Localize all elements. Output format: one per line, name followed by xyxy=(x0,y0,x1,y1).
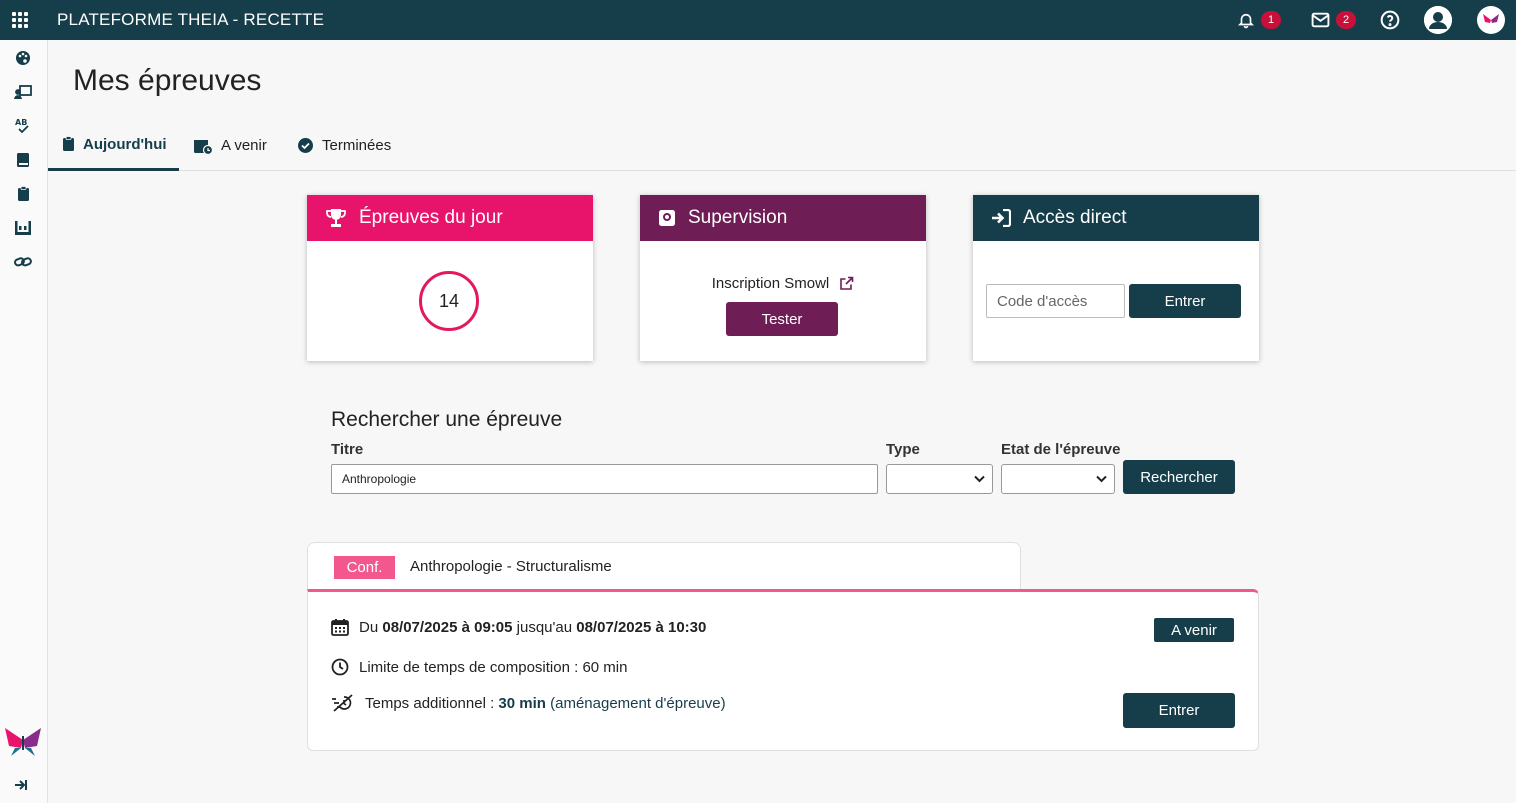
sidebar-item-presentation[interactable] xyxy=(13,82,33,102)
exam-extra-time-value: 30 min xyxy=(498,694,546,712)
bell-icon xyxy=(1238,13,1254,29)
chevron-down-icon xyxy=(1096,475,1107,483)
messages-badge: 2 xyxy=(1336,11,1356,29)
notifications-badge: 1 xyxy=(1261,11,1281,29)
today-exams-card-header: Épreuves du jour xyxy=(307,195,593,241)
type-select[interactable] xyxy=(886,464,993,494)
exam-result-header: Conf. Anthropologie - Structuralisme xyxy=(307,542,1021,590)
state-select[interactable] xyxy=(1001,464,1115,494)
smowl-registration-link[interactable]: Inscription Smowl xyxy=(640,275,926,292)
smowl-link-label: Inscription Smowl xyxy=(711,275,830,292)
extra-time-icon xyxy=(332,694,353,712)
spellcheck-icon: AB xyxy=(15,118,29,134)
presentation-icon xyxy=(14,85,32,100)
collapse-arrow-icon xyxy=(15,780,27,790)
exam-date-end: 08/07/2025 à 10:30 xyxy=(576,618,707,636)
user-icon xyxy=(1424,6,1452,34)
today-exams-card: Épreuves du jour 14 xyxy=(307,195,593,361)
tab-label: Aujourd'hui xyxy=(83,135,167,153)
direct-access-card-header: Accès direct xyxy=(973,195,1259,241)
exam-title: Anthropologie - Structuralisme xyxy=(410,558,612,575)
calendar-grid-icon xyxy=(15,221,31,235)
clipboard-icon xyxy=(63,136,74,151)
calendar-clock-icon xyxy=(194,139,213,155)
institution-logo-button[interactable] xyxy=(1477,6,1505,34)
exam-status-badge: A venir xyxy=(1154,618,1234,642)
sidebar-item-palette[interactable] xyxy=(13,48,33,68)
exam-time-limit-line: Limite de temps de composition : 60 min xyxy=(331,658,627,676)
sidebar-item-book[interactable] xyxy=(13,150,33,170)
exam-type-badge: Conf. xyxy=(334,556,395,579)
app-title: PLATEFORME THEIA - RECETTE xyxy=(57,10,325,29)
today-exams-card-title: Épreuves du jour xyxy=(359,207,503,228)
webcam-icon xyxy=(659,210,675,226)
butterfly-logo-icon xyxy=(5,728,41,756)
exam-result-card: Du 08/07/2025 à 09:05 jusqu'au 08/07/202… xyxy=(307,589,1259,751)
direct-access-card: Accès direct Entrer xyxy=(973,195,1259,361)
exam-date-mid: jusqu'au xyxy=(516,618,573,636)
butterfly-logo-icon xyxy=(1483,14,1499,23)
tab-label: A venir xyxy=(221,137,267,154)
help-button[interactable] xyxy=(1380,10,1400,30)
tab-bar: Aujourd'hui A venir Terminées xyxy=(48,120,1516,171)
direct-access-enter-button[interactable]: Entrer xyxy=(1129,284,1241,318)
top-bar: PLATEFORME THEIA - RECETTE 1 2 xyxy=(0,0,1516,40)
exam-extra-time-line: Temps additionnel : 30 min (aménagement … xyxy=(331,694,726,712)
sign-in-icon xyxy=(992,209,1011,227)
help-icon xyxy=(1380,10,1400,30)
tab-upcoming[interactable]: A venir xyxy=(193,120,267,171)
test-supervision-button[interactable]: Tester xyxy=(726,302,838,336)
apps-grid-icon[interactable] xyxy=(12,12,28,28)
exam-extra-time-note: (aménagement d'épreuve) xyxy=(550,694,726,712)
state-field-label: Etat de l'épreuve xyxy=(1001,441,1121,458)
book-icon xyxy=(17,153,29,167)
link-icon xyxy=(14,257,32,267)
calendar-icon xyxy=(331,619,349,636)
trophy-icon xyxy=(326,209,346,227)
sidebar-item-spellcheck[interactable]: AB xyxy=(13,116,33,136)
user-account-button[interactable] xyxy=(1424,6,1452,34)
mail-icon xyxy=(1311,12,1330,28)
tab-today[interactable]: Aujourd'hui xyxy=(48,120,179,171)
clock-icon xyxy=(331,658,349,676)
exam-enter-button[interactable]: Entrer xyxy=(1123,693,1235,728)
chevron-down-icon xyxy=(974,475,985,483)
messages-button[interactable]: 2 xyxy=(1311,11,1356,29)
collapse-sidebar-button[interactable] xyxy=(14,778,28,796)
svg-text:AB: AB xyxy=(15,118,27,127)
tab-finished[interactable]: Terminées xyxy=(297,120,391,171)
palette-icon xyxy=(16,51,30,65)
direct-access-card-title: Accès direct xyxy=(1023,207,1127,228)
access-code-input[interactable] xyxy=(986,284,1125,318)
notifications-button[interactable]: 1 xyxy=(1237,11,1281,29)
exam-date-line: Du 08/07/2025 à 09:05 jusqu'au 08/07/202… xyxy=(331,618,706,636)
exam-date-start: 08/07/2025 à 09:05 xyxy=(382,618,513,636)
exam-date-prefix: Du xyxy=(359,618,379,636)
exam-extra-time-prefix: Temps additionnel : xyxy=(365,694,495,712)
sidebar-item-link[interactable] xyxy=(13,252,33,272)
supervision-card-header: Supervision xyxy=(640,195,926,241)
platform-logo xyxy=(3,726,43,763)
search-button[interactable]: Rechercher xyxy=(1123,460,1235,494)
tab-label: Terminées xyxy=(322,137,392,154)
search-section-title: Rechercher une épreuve xyxy=(331,408,563,431)
title-field-label: Titre xyxy=(331,441,364,458)
check-badge-icon xyxy=(298,138,313,153)
today-exams-count: 14 xyxy=(419,271,479,331)
title-search-input[interactable] xyxy=(331,464,878,494)
sidebar-item-calendar-grid[interactable] xyxy=(13,218,33,238)
supervision-card: Supervision Inscription Smowl Tester xyxy=(640,195,926,361)
page-title: Mes épreuves xyxy=(73,64,262,97)
sidebar-item-clipboard[interactable] xyxy=(13,184,33,204)
sidebar: AB xyxy=(0,40,48,803)
type-field-label: Type xyxy=(886,441,920,458)
clipboard-icon xyxy=(17,186,29,201)
external-link-icon xyxy=(840,276,854,290)
exam-time-limit: Limite de temps de composition : 60 min xyxy=(359,658,628,676)
supervision-card-title: Supervision xyxy=(688,207,788,228)
